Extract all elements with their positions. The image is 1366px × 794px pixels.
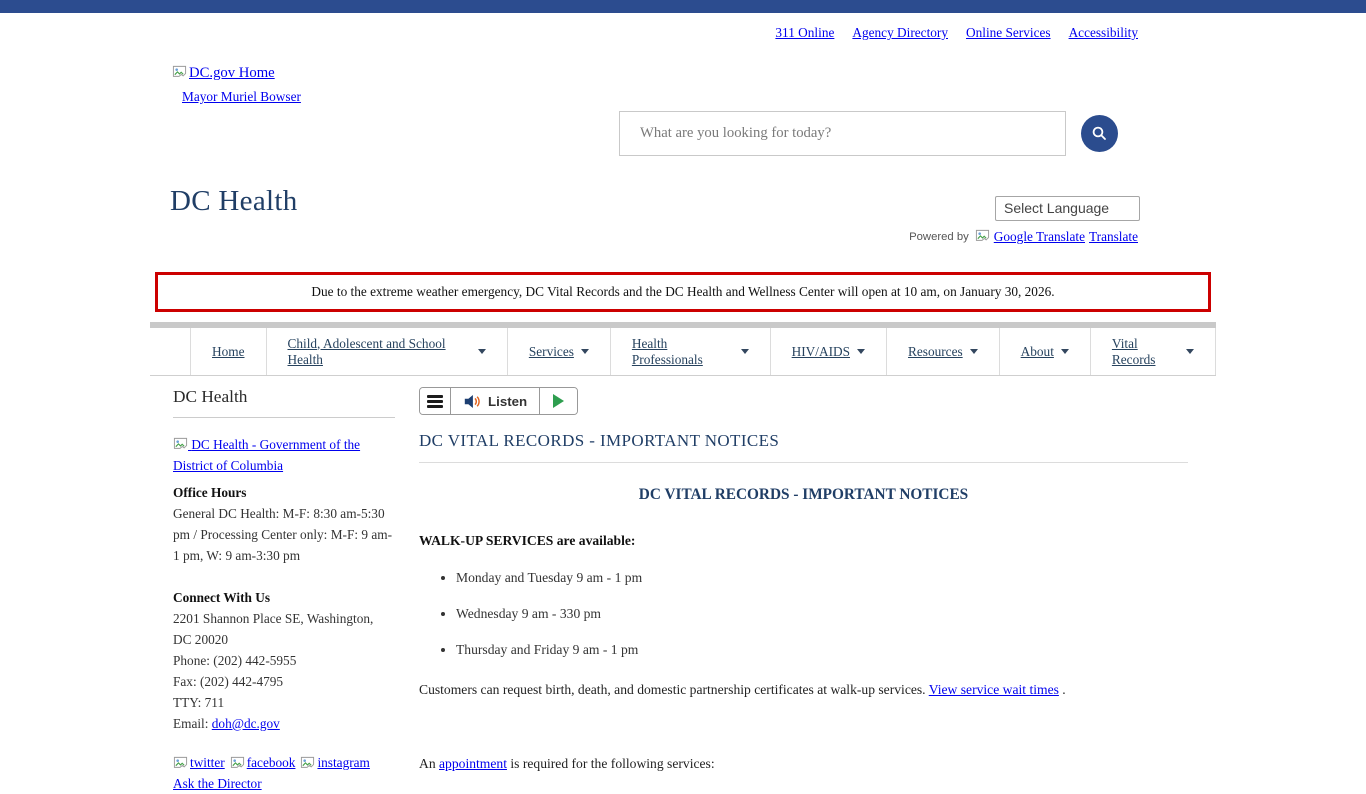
twitter-link[interactable]: twitter <box>173 752 225 773</box>
walkup-services-heading: WALK-UP SERVICES are available: <box>419 533 1188 549</box>
twitter-link-label: twitter <box>190 752 225 773</box>
readspeaker-widget: Listen <box>419 387 578 415</box>
header-link-accessibility[interactable]: Accessibility <box>1069 25 1138 41</box>
nav-item-label: About <box>1021 344 1054 360</box>
nav-item-hiv-aids[interactable]: HIV/AIDS <box>770 328 886 375</box>
language-select[interactable]: Select Language <box>995 196 1140 221</box>
email-row: Email: doh@dc.gov <box>173 713 395 734</box>
nav-item-resources[interactable]: Resources <box>886 328 999 375</box>
google-translate-link[interactable]: Google Translate <box>994 229 1085 245</box>
email-link[interactable]: doh@dc.gov <box>212 716 280 731</box>
appointment-link[interactable]: appointment <box>439 756 507 771</box>
customers-paragraph: Customers can request birth, death, and … <box>419 682 1188 698</box>
page-title: DC VITAL RECORDS - IMPORTANT NOTICES <box>419 431 1188 451</box>
email-label: Email: <box>173 716 212 731</box>
nav-item-label: Health Professionals <box>632 336 734 368</box>
phone-text: Phone: (202) 442-5955 <box>173 650 395 671</box>
broken-image-icon <box>172 64 187 79</box>
social-links: twitter facebook instagram <box>173 752 395 773</box>
appointment-prefix: An <box>419 756 439 771</box>
article-title: DC VITAL RECORDS - IMPORTANT NOTICES <box>419 486 1188 504</box>
agency-broken-image <box>173 437 191 452</box>
search-icon <box>1091 125 1108 142</box>
translate-link[interactable]: Translate <box>1089 229 1138 245</box>
nav-item-child-adolescent-and-school-health[interactable]: Child, Adolescent and School Health <box>266 328 507 375</box>
office-hours-label: Office Hours <box>173 482 395 503</box>
walkup-hours-item: Monday and Tuesday 9 am - 1 pm <box>456 570 1188 586</box>
instagram-link-label: instagram <box>317 752 369 773</box>
listen-button[interactable]: Listen <box>451 388 540 414</box>
connect-with-us-label: Connect With Us <box>173 587 395 608</box>
nav-item-vital-records[interactable]: Vital Records <box>1090 328 1216 375</box>
appointment-paragraph: An appointment is required for the follo… <box>419 756 1188 772</box>
walkup-hours-item: Wednesday 9 am - 330 pm <box>456 606 1188 622</box>
tty-text: TTY: 711 <box>173 692 395 713</box>
header-link-online-services[interactable]: Online Services <box>966 25 1051 41</box>
fax-text: Fax: (202) 442-4795 <box>173 671 395 692</box>
nav-item-label: HIV/AIDS <box>792 344 850 360</box>
broken-image-icon <box>173 436 188 451</box>
customers-text: Customers can request birth, death, and … <box>419 682 929 697</box>
header-link-agency-directory[interactable]: Agency Directory <box>852 25 948 41</box>
title-divider <box>419 462 1188 463</box>
powered-by-label: Powered by <box>909 231 969 243</box>
search-button[interactable] <box>1081 115 1118 152</box>
nav-item-label: Home <box>212 344 245 360</box>
translate-widget: Select Language Powered by Google Transl… <box>909 196 1216 246</box>
emergency-alert-text: Due to the extreme weather emergency, DC… <box>311 284 1054 299</box>
instagram-link[interactable]: instagram <box>300 752 369 773</box>
nav-item-home[interactable]: Home <box>190 328 266 375</box>
emergency-alert: Due to the extreme weather emergency, DC… <box>155 272 1211 312</box>
nav-item-label: Services <box>529 344 574 360</box>
listen-play-button[interactable] <box>540 388 577 414</box>
nav-item-label: Vital Records <box>1112 336 1179 368</box>
chevron-down-icon <box>478 349 486 354</box>
customers-suffix: . <box>1059 682 1066 697</box>
facebook-link-label: facebook <box>247 752 296 773</box>
dcgov-home-link[interactable]: DC.gov Home <box>172 64 275 82</box>
chevron-down-icon <box>970 349 978 354</box>
agency-link[interactable]: DC Health - Government of the District o… <box>173 437 360 473</box>
broken-image-icon <box>975 228 990 243</box>
walkup-hours-item: Thursday and Friday 9 am - 1 pm <box>456 642 1188 658</box>
nav-item-about[interactable]: About <box>999 328 1090 375</box>
nav-item-health-professionals[interactable]: Health Professionals <box>610 328 770 375</box>
nav-item-label: Child, Adolescent and School Health <box>288 336 471 368</box>
sidebar: DC Health DC Health - Government of the … <box>150 384 419 794</box>
header-links: 311 Online Agency Directory Online Service… <box>150 13 1216 41</box>
dcgov-logo-broken-image <box>172 64 187 82</box>
address-text: 2201 Shannon Place SE, Washington, DC 20… <box>173 608 395 650</box>
nav-item-label: Resources <box>908 344 963 360</box>
play-icon <box>553 394 564 408</box>
speaker-icon <box>463 394 481 409</box>
main-nav: Home Child, Adolescent and School Health S… <box>150 328 1216 376</box>
listen-menu-button[interactable] <box>420 388 451 414</box>
hamburger-menu-icon <box>427 395 443 408</box>
page-container: 311 Online Agency Directory Online Service… <box>150 13 1216 794</box>
site-title: DC Health <box>170 185 298 218</box>
chevron-down-icon <box>741 349 749 354</box>
office-hours-text: General DC Health: M-F: 8:30 am-5:30 pm … <box>173 503 395 566</box>
main-content: Listen DC VITAL RECORDS - IMPORTANT NOTI… <box>419 384 1216 786</box>
chevron-down-icon <box>1186 349 1194 354</box>
sidebar-title: DC Health <box>173 387 395 418</box>
search-input[interactable] <box>619 111 1066 156</box>
ask-the-director-link[interactable]: Ask the Director <box>173 776 262 791</box>
view-wait-times-link[interactable]: View service wait times <box>929 682 1059 697</box>
chevron-down-icon <box>581 349 589 354</box>
ask-director-row: Ask the Director <box>173 773 395 794</box>
agency-link-label: DC Health - Government of the District o… <box>173 437 360 473</box>
listen-label: Listen <box>488 394 527 409</box>
top-accent-bar <box>0 0 1366 13</box>
facebook-link[interactable]: facebook <box>230 752 296 773</box>
chevron-down-icon <box>857 349 865 354</box>
header-link-311-online[interactable]: 311 Online <box>775 25 834 41</box>
nav-item-services[interactable]: Services <box>507 328 610 375</box>
dcgov-home-label: DC.gov Home <box>189 65 275 82</box>
appointment-suffix: is required for the following services: <box>507 756 715 771</box>
google-translate-broken-image <box>975 228 990 246</box>
mayor-link[interactable]: Mayor Muriel Bowser <box>182 89 301 104</box>
walkup-hours-list: Monday and Tuesday 9 am - 1 pm Wednesday … <box>419 570 1188 658</box>
chevron-down-icon <box>1061 349 1069 354</box>
